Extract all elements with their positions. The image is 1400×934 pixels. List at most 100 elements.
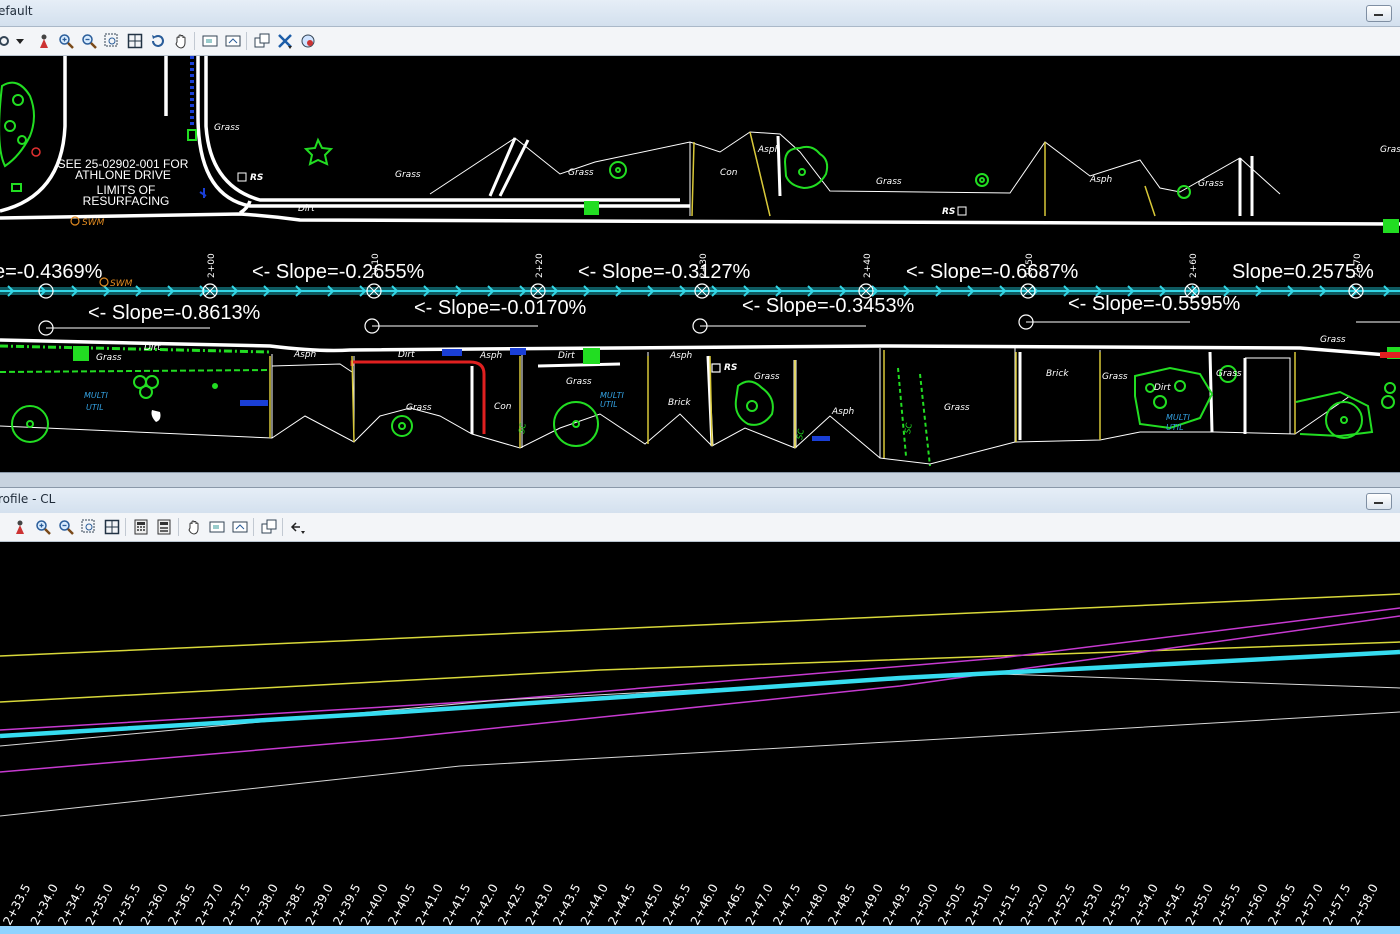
- person-icon[interactable]: [10, 517, 30, 537]
- profile-view-toolbar: [0, 513, 1400, 542]
- red-marker: [31, 147, 41, 157]
- copy-view-icon[interactable]: [252, 31, 272, 51]
- grass-label: Grass: [1320, 335, 1346, 345]
- profile-view-minimize-button[interactable]: [1366, 493, 1392, 510]
- station-label: 2+00: [207, 253, 217, 278]
- display-style-icon[interactable]: [298, 31, 318, 51]
- rs-label: RS: [942, 207, 955, 217]
- util-label: UTIL: [86, 403, 104, 412]
- profile-view-titlebar: rofile - CL: [0, 488, 1400, 515]
- brick-label: Brick: [668, 398, 691, 408]
- fit-view-icon[interactable]: [102, 517, 122, 537]
- grass-label: Grass: [1216, 369, 1242, 379]
- con-label: Con: [494, 402, 512, 412]
- zoom-out-icon[interactable]: [56, 517, 76, 537]
- sc-labels: SC SC SC: [517, 422, 914, 440]
- window-area-icon[interactable]: [207, 517, 227, 537]
- calculator-alt-icon[interactable]: [154, 517, 174, 537]
- grass-label: Grass: [1102, 372, 1128, 382]
- zoom-window-icon[interactable]: [79, 517, 99, 537]
- swm-text: SWM: [110, 279, 133, 289]
- dirt-label: Dirt: [144, 343, 161, 353]
- profile-yellow-upper: [0, 593, 1400, 657]
- plan-view-minimize-button[interactable]: [1366, 5, 1392, 22]
- brick-label: Brick: [1046, 369, 1069, 379]
- swm-text: SWM: [82, 218, 105, 228]
- rs-markers-top: RS RS: [237, 172, 967, 217]
- grass-label: Grass: [754, 372, 780, 382]
- pan-icon[interactable]: [184, 517, 204, 537]
- zoom-window-icon[interactable]: [102, 31, 122, 51]
- zoom-out-icon[interactable]: [79, 31, 99, 51]
- white-blob: [151, 410, 161, 422]
- toolbar-separator: [178, 518, 179, 536]
- resurfacing-note: SEE 25-02902-001 FOR ATHLONE DRIVE LIMIT…: [58, 157, 189, 208]
- profile-view-title: rofile - CL: [0, 492, 56, 506]
- pointer-icon[interactable]: [288, 517, 308, 537]
- person-icon[interactable]: [34, 31, 54, 51]
- grass-label: Grass: [214, 123, 240, 133]
- green-dashed-line: [0, 369, 271, 373]
- top-surface-lines: [429, 131, 1281, 217]
- window-splitter[interactable]: [0, 472, 1400, 488]
- pan-icon[interactable]: [171, 31, 191, 51]
- road-edge-bottom: [0, 338, 1400, 358]
- blue-mark: [199, 188, 207, 198]
- plan-view-title: efault: [0, 4, 33, 18]
- profile-drawing: 2+33.52+34.02+34.52+35.02+35.52+36.02+36…: [0, 593, 1400, 926]
- slope-label: e=-0.4369%: [0, 261, 103, 283]
- road-edges: [0, 56, 1400, 226]
- trees-bottom: [11, 346, 1400, 467]
- util-label: UTIL: [1166, 423, 1184, 432]
- calculator-icon[interactable]: [131, 517, 151, 537]
- dirt-label: Dirt: [558, 351, 575, 361]
- profile-view-canvas[interactable]: 2+33.5 2+34.0 2+34.5 2+35.0 2+35.5 2+36.0 2+36…: [0, 542, 1400, 926]
- grass-label: Grass: [944, 403, 970, 413]
- dirt-label: Dirt: [298, 204, 315, 214]
- update-view-icon[interactable]: [223, 31, 243, 51]
- asph-label: Asph: [831, 407, 855, 417]
- slope-label: <- Slope=-0.3453%: [742, 295, 915, 317]
- grass-label: Grass: [395, 170, 421, 180]
- toolbar-separator: [194, 32, 195, 50]
- toolbar-separator: [246, 32, 247, 50]
- slope-label: <- Slope=-0.0170%: [414, 297, 587, 319]
- window-area-icon[interactable]: [200, 31, 220, 51]
- white-fences-bottom: [470, 351, 1247, 448]
- tree-cluster-topleft: [0, 81, 35, 192]
- asph-label: Asph: [293, 350, 317, 360]
- zoom-in-icon[interactable]: [33, 517, 53, 537]
- plan-view-toolbar: [0, 27, 1400, 56]
- rotate-view-icon[interactable]: [148, 31, 168, 51]
- fit-view-icon[interactable]: [125, 31, 145, 51]
- profile-white-upper: [0, 673, 1400, 747]
- slope-label: <- Slope=-0.2655%: [252, 261, 425, 283]
- zoom-in-icon[interactable]: [56, 31, 76, 51]
- dirt-label: Dirt: [1154, 383, 1171, 393]
- slope-label: <- Slope=-0.8613%: [88, 302, 261, 324]
- update-view-icon[interactable]: [230, 517, 250, 537]
- rs-box: [711, 363, 721, 373]
- slope-label: <- Slope=-0.3127%: [578, 261, 751, 283]
- asph-label: Asph: [479, 351, 503, 361]
- view-attributes-icon[interactable]: [275, 31, 295, 51]
- grass-label: Grass: [406, 403, 432, 413]
- copy-view-icon[interactable]: [259, 517, 279, 537]
- slope-label: Slope=0.2575%: [1232, 261, 1374, 283]
- slope-label: <- Slope=-0.6687%: [906, 261, 1079, 283]
- profile-lines: [0, 593, 1400, 817]
- note-line-4: RESURFACING: [83, 194, 170, 208]
- grass-label: Grass: [1198, 179, 1224, 189]
- status-strip: [0, 926, 1400, 934]
- station-label: 2+20: [535, 253, 545, 278]
- dropdown-icon[interactable]: [10, 31, 30, 51]
- rs-label: RS: [250, 173, 263, 183]
- multi-label: MULTI: [1166, 413, 1191, 422]
- plan-view-canvas[interactable]: SEE 25-02902-001 FOR ATHLONE DRIVE LIMIT…: [0, 56, 1400, 472]
- trees-top: [303, 137, 1399, 233]
- slope-label: <- Slope=-0.5595%: [1068, 293, 1241, 315]
- profile-white-lower: [0, 711, 1400, 817]
- toolbar-separator: [282, 518, 283, 536]
- station-label: 2+40: [863, 253, 873, 278]
- rs-label: RS: [724, 363, 737, 373]
